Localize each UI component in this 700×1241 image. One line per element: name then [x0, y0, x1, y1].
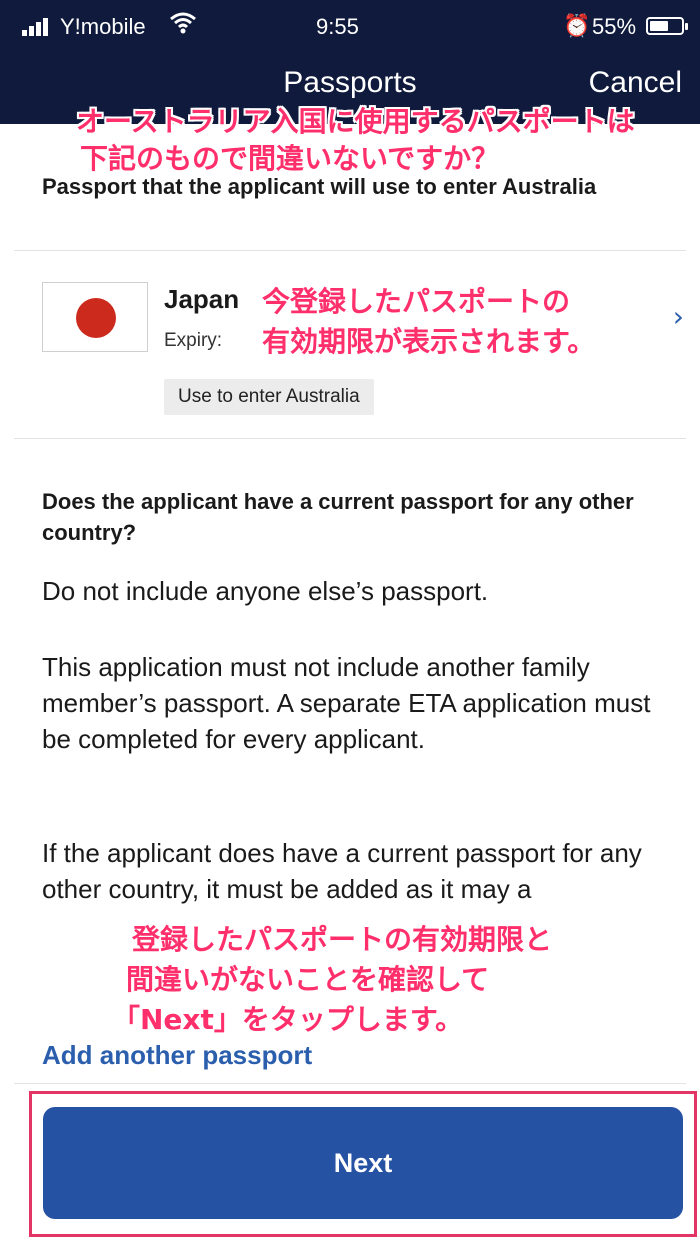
annotation-bottom-line2: 間違いがないことを確認して — [126, 963, 490, 996]
annotation-passport-line2: 有効期限が表示されます。 — [262, 325, 596, 358]
other-passport-question: Does the applicant have a current passpo… — [42, 489, 634, 545]
intro-text: Passport that the applicant will use to … — [42, 174, 597, 199]
passport-country: Japan — [164, 284, 240, 314]
annotation-bottom-line3: 「Next」をタップします。 — [112, 1003, 464, 1036]
instruction-paragraph-1: Do not include anyone else’s passport. — [42, 576, 489, 606]
status-time: 9:55 — [316, 14, 359, 39]
divider — [14, 438, 686, 439]
carrier-label: Y!mobile — [60, 14, 146, 39]
use-to-enter-badge: Use to enter Australia — [164, 379, 374, 415]
alarm-icon: ⏰ — [563, 13, 591, 38]
annotation-passport-line1: 今登録したパスポートの — [262, 285, 571, 318]
passport-expiry-label: Expiry: — [164, 330, 223, 351]
japan-flag-icon — [42, 282, 148, 352]
instruction-paragraph-2: This application must not include anothe… — [42, 652, 651, 754]
instruction-paragraph-3: If the applicant does have a current pas… — [42, 838, 642, 904]
next-button[interactable]: Next — [43, 1107, 683, 1219]
add-another-passport-link[interactable]: Add another passport — [42, 1040, 312, 1071]
battery-percent: 55% — [592, 14, 637, 39]
signal-icon — [22, 16, 52, 36]
divider — [14, 1083, 686, 1084]
annotation-top-line1: オーストラリア入国に使用するパスポートは — [76, 105, 635, 138]
cancel-button[interactable]: Cancel — [589, 66, 682, 100]
chevron-right-icon: › — [672, 300, 684, 333]
wifi-icon — [170, 12, 196, 40]
annotation-bottom-line1: 登録したパスポートの有効期限と — [132, 923, 553, 956]
battery-icon — [646, 17, 688, 35]
divider — [14, 250, 686, 251]
